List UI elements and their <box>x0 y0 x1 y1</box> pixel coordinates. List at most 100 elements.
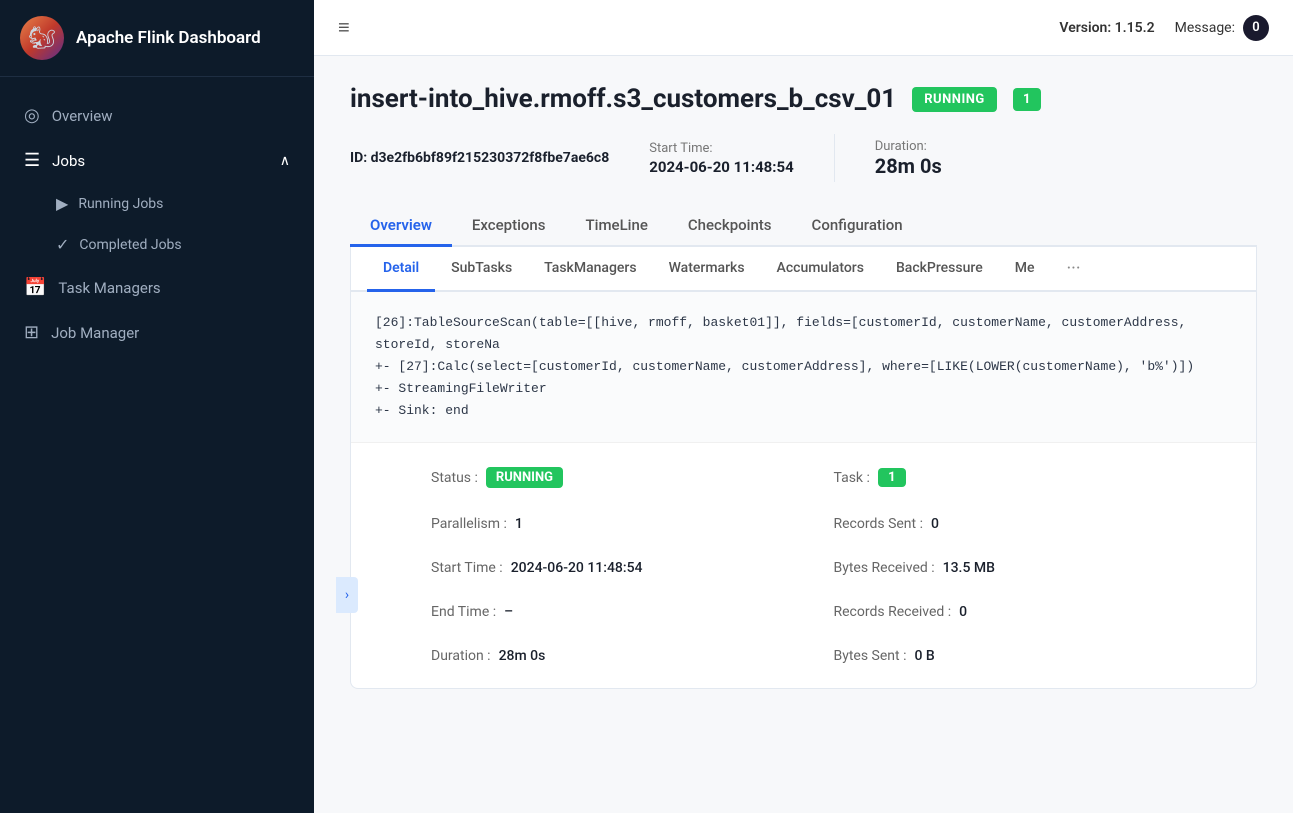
detail-panel: Detail SubTasks TaskManagers Watermarks … <box>350 247 1257 689</box>
detail-duration-row: Duration : 28m 0s <box>431 648 774 664</box>
tab-checkpoints[interactable]: Checkpoints <box>668 206 792 247</box>
code-line-2: +- [27]:Calc(select=[customerId, custome… <box>375 356 1232 378</box>
job-task-count-badge: 1 <box>1013 88 1041 111</box>
version-value: 1.15.2 <box>1115 20 1155 36</box>
task-value: 1 <box>878 468 906 487</box>
job-start-time-value: 2024-06-20 11:48:54 <box>649 158 794 176</box>
sidebar-item-label-job-manager: Job Manager <box>51 324 139 342</box>
job-id-value: d3e2fb6bf89f215230372f8fbe7ae6c8 <box>371 150 610 166</box>
app-title: Apache Flink Dashboard <box>76 28 261 48</box>
sidebar-item-label-jobs: Jobs <box>52 152 85 170</box>
records-sent-label: Records Sent : <box>834 516 923 532</box>
sidebar-item-overview[interactable]: ◎ Overview <box>0 93 314 138</box>
detail-start-time-row: Start Time : 2024-06-20 11:48:54 <box>431 560 774 576</box>
detail-duration-label: Duration : <box>431 648 491 664</box>
records-received-row: Records Received : 0 <box>834 604 1177 620</box>
job-duration-block: Duration: 28m 0s <box>875 139 942 178</box>
sub-tab-subtasks[interactable]: SubTasks <box>435 247 528 292</box>
job-id-row: ID: d3e2fb6bf89f215230372f8fbe7ae6c8 <box>350 150 609 166</box>
overview-icon: ◎ <box>24 105 40 126</box>
message-display: Message: 0 <box>1175 15 1269 41</box>
sub-tab-accumulators[interactable]: Accumulators <box>761 247 880 292</box>
detail-start-time-label: Start Time : <box>431 560 503 576</box>
job-status-badge: RUNNING <box>912 87 997 112</box>
bytes-sent-row: Bytes Sent : 0 B <box>834 648 1177 664</box>
bytes-received-value: 13.5 MB <box>943 560 995 576</box>
job-id-label: ID: <box>350 150 367 166</box>
status-row: Status : RUNNING <box>431 467 774 488</box>
job-duration-label: Duration: <box>875 139 942 154</box>
sidebar-header: 🐿 Apache Flink Dashboard <box>0 0 314 77</box>
message-label: Message: <box>1175 20 1235 36</box>
end-time-value: – <box>504 604 513 620</box>
main-area: ≡ Version: 1.15.2 Message: 0 insert-into… <box>314 0 1293 813</box>
running-jobs-icon: ▶ <box>56 194 68 213</box>
more-tabs-icon[interactable]: ··· <box>1058 250 1088 287</box>
content-area: insert-into_hive.rmoff.s3_customers_b_cs… <box>314 56 1293 813</box>
task-managers-icon: 📅 <box>24 277 46 298</box>
job-meta: ID: d3e2fb6bf89f215230372f8fbe7ae6c8 Sta… <box>350 134 1257 182</box>
tab-overview[interactable]: Overview <box>350 206 452 247</box>
sub-tab-metrics[interactable]: Me <box>999 247 1051 292</box>
end-time-label: End Time : <box>431 604 496 620</box>
sub-tab-detail[interactable]: Detail <box>367 247 435 292</box>
sub-tab-watermarks[interactable]: Watermarks <box>653 247 761 292</box>
task-label: Task : <box>834 470 870 486</box>
app-logo: 🐿 <box>20 16 64 60</box>
version-display: Version: 1.15.2 <box>1059 20 1154 36</box>
parallelism-label: Parallelism : <box>431 516 507 532</box>
sidebar-item-job-manager[interactable]: ⊞ Job Manager <box>0 310 314 355</box>
expand-panel-button[interactable]: › <box>336 577 358 613</box>
sub-tab-task-managers[interactable]: TaskManagers <box>528 247 652 292</box>
sidebar-item-task-managers[interactable]: 📅 Task Managers <box>0 265 314 310</box>
job-title: insert-into_hive.rmoff.s3_customers_b_cs… <box>350 84 896 114</box>
topbar: ≡ Version: 1.15.2 Message: 0 <box>314 0 1293 56</box>
message-badge[interactable]: 0 <box>1243 15 1269 41</box>
parallelism-row: Parallelism : 1 <box>431 516 774 532</box>
details-grid: Status : RUNNING Task : 1 Parallelism : … <box>351 443 1256 688</box>
sidebar-nav: ◎ Overview ☰ Jobs ∧ ▶ Running Jobs ✓ Com… <box>0 77 314 813</box>
end-time-row: End Time : – <box>431 604 774 620</box>
version-label: Version: <box>1059 20 1111 36</box>
bytes-sent-label: Bytes Sent : <box>834 648 907 664</box>
job-start-time-label: Start Time: <box>649 141 794 156</box>
sidebar-item-label-running-jobs: Running Jobs <box>78 196 163 212</box>
sidebar-item-label-overview: Overview <box>52 107 113 125</box>
sub-tabs: Detail SubTasks TaskManagers Watermarks … <box>351 247 1256 292</box>
job-header: insert-into_hive.rmoff.s3_customers_b_cs… <box>350 84 1257 114</box>
bytes-received-label: Bytes Received : <box>834 560 935 576</box>
records-received-value: 0 <box>959 604 967 620</box>
task-row: Task : 1 <box>834 467 1177 488</box>
detail-start-time-value: 2024-06-20 11:48:54 <box>511 560 643 576</box>
bytes-sent-value: 0 B <box>914 648 934 664</box>
hamburger-icon[interactable]: ≡ <box>338 15 350 40</box>
vertical-divider <box>834 134 835 182</box>
parallelism-value: 1 <box>515 516 523 532</box>
sidebar: 🐿 Apache Flink Dashboard ◎ Overview ☰ Jo… <box>0 0 314 813</box>
code-line-1: [26]:TableSourceScan(table=[[hive, rmoff… <box>375 312 1232 356</box>
tab-configuration[interactable]: Configuration <box>792 206 923 247</box>
job-start-time-block: Start Time: 2024-06-20 11:48:54 <box>649 141 794 176</box>
tab-exceptions[interactable]: Exceptions <box>452 206 566 247</box>
sidebar-item-label-completed-jobs: Completed Jobs <box>79 237 181 253</box>
sidebar-item-jobs[interactable]: ☰ Jobs ∧ <box>0 138 314 183</box>
status-label: Status : <box>431 470 478 486</box>
main-tabs: Overview Exceptions TimeLine Checkpoints… <box>350 206 1257 247</box>
bytes-received-row: Bytes Received : 13.5 MB <box>834 560 1177 576</box>
job-plan-code: [26]:TableSourceScan(table=[[hive, rmoff… <box>351 292 1256 443</box>
code-line-3: +- StreamingFileWriter <box>375 378 1232 400</box>
sub-tab-back-pressure[interactable]: BackPressure <box>880 247 999 292</box>
detail-duration-value: 28m 0s <box>499 648 546 664</box>
jobs-icon: ☰ <box>24 150 40 171</box>
chevron-up-icon: ∧ <box>280 153 290 169</box>
sidebar-item-completed-jobs[interactable]: ✓ Completed Jobs <box>0 224 314 265</box>
tab-timeline[interactable]: TimeLine <box>566 206 668 247</box>
job-manager-icon: ⊞ <box>24 322 39 343</box>
code-line-4: +- Sink: end <box>375 400 1232 422</box>
completed-jobs-icon: ✓ <box>56 235 69 254</box>
records-received-label: Records Received : <box>834 604 952 620</box>
sidebar-item-label-task-managers: Task Managers <box>58 279 160 297</box>
job-duration-value: 28m 0s <box>875 154 942 178</box>
status-value: RUNNING <box>486 467 563 488</box>
sidebar-item-running-jobs[interactable]: ▶ Running Jobs <box>0 183 314 224</box>
